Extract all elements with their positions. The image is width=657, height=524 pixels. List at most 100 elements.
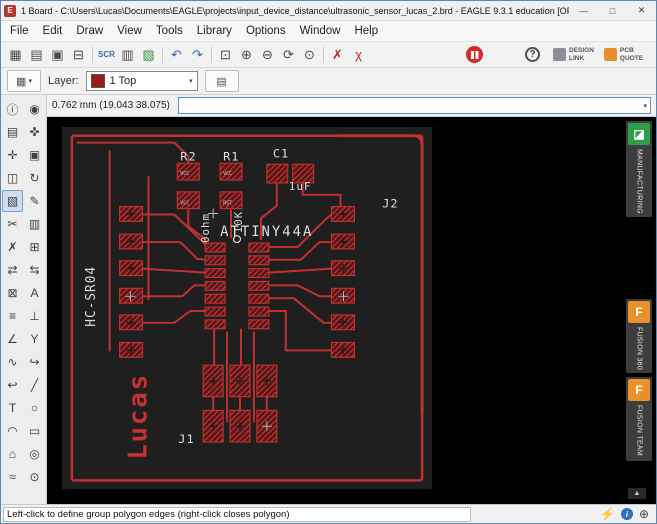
pcb-canvas[interactable]: R2 R1 C1 1uF 0ohm 10K J2 ATTINY44A HC-SR… bbox=[47, 117, 624, 504]
command-input[interactable] bbox=[178, 99, 644, 112]
help-icon[interactable]: ? bbox=[525, 47, 540, 62]
menu-tools[interactable]: Tools bbox=[149, 23, 190, 39]
crosshair-icon[interactable]: ⊕ bbox=[639, 507, 649, 521]
print-icon[interactable]: ⊟ bbox=[68, 44, 89, 65]
tool-smash[interactable]: ⊥ bbox=[24, 305, 45, 327]
tool-route[interactable]: ↪ bbox=[24, 351, 45, 373]
board-icon[interactable]: ▦ bbox=[5, 44, 26, 65]
stop-command-icon[interactable] bbox=[466, 46, 483, 63]
side-tab-fusion-360[interactable]: F FUSION 360 bbox=[626, 299, 652, 373]
status-icons: ⚡ i ⊕ bbox=[600, 507, 649, 521]
export-image-icon[interactable]: ▧ bbox=[138, 44, 159, 65]
tool-pinswap[interactable]: ⇄ bbox=[2, 259, 23, 281]
tool-rect[interactable]: ▭ bbox=[24, 420, 45, 442]
zoom-redraw-icon[interactable]: ⟳ bbox=[278, 44, 299, 65]
tool-mirror[interactable]: ◫ bbox=[2, 167, 23, 189]
menu-help[interactable]: Help bbox=[347, 23, 385, 39]
maximize-button[interactable]: □ bbox=[598, 1, 627, 20]
pcb-pad bbox=[204, 255, 226, 266]
tool-text[interactable]: T bbox=[2, 397, 23, 419]
run-script-icon[interactable]: χ bbox=[348, 44, 369, 65]
grid-menu-button[interactable]: ▦ ▾ bbox=[7, 70, 41, 92]
tool-split[interactable]: Y bbox=[24, 328, 45, 350]
close-button[interactable]: ✕ bbox=[627, 1, 656, 20]
tool-via[interactable]: ◎ bbox=[24, 443, 45, 465]
tool-replace[interactable]: ⇆ bbox=[24, 259, 45, 281]
tool-mark[interactable]: ✜ bbox=[24, 121, 45, 143]
menu-view[interactable]: View bbox=[110, 23, 149, 39]
zoom-fit-icon[interactable]: ⊡ bbox=[215, 44, 236, 65]
menu-edit[interactable]: Edit bbox=[36, 23, 70, 39]
side-tab-label: FUSION 360 bbox=[635, 327, 643, 371]
tool-lock[interactable]: ⊠ bbox=[2, 282, 23, 304]
tool-value[interactable]: ≡ bbox=[2, 305, 23, 327]
layerbar: ▦ ▾ Layer: 1 Top ▾ ▤ bbox=[1, 68, 656, 95]
tool-name[interactable]: A bbox=[24, 282, 45, 304]
tool-info[interactable]: ⓘ bbox=[2, 98, 23, 120]
status-message: Left-click to define group polygon edges… bbox=[3, 506, 471, 522]
pad-label-vcc: VCC bbox=[180, 171, 189, 177]
tool-group[interactable]: ▧ bbox=[2, 190, 23, 212]
zoom-in-icon[interactable]: ⊕ bbox=[236, 44, 257, 65]
menu-draw[interactable]: Draw bbox=[69, 23, 110, 39]
tool-hole[interactable]: ⊙ bbox=[24, 466, 45, 488]
layer-settings-button[interactable]: ▤ bbox=[204, 70, 239, 92]
tool-signal[interactable]: ≈ bbox=[2, 466, 23, 488]
run-ulp-icon[interactable]: ▥ bbox=[117, 44, 138, 65]
tool-copy[interactable]: ▣ bbox=[24, 144, 45, 166]
tool-ripup[interactable]: ↩ bbox=[2, 374, 23, 396]
tool-miter[interactable]: ∠ bbox=[2, 328, 23, 350]
tabs-scroll-up-button[interactable]: ▲ bbox=[628, 488, 646, 499]
tool-circle[interactable]: ○ bbox=[24, 397, 45, 419]
tool-cut[interactable]: ✂ bbox=[2, 213, 23, 235]
zoom-out-icon[interactable]: ⊖ bbox=[257, 44, 278, 65]
menu-file[interactable]: File bbox=[3, 23, 36, 39]
fusion-team-icon: F bbox=[628, 379, 650, 401]
menu-window[interactable]: Window bbox=[293, 23, 348, 39]
tool-polygon[interactable]: ⌂ bbox=[2, 443, 23, 465]
side-tab-manufacturing[interactable]: ◪ MANUFACTURING bbox=[626, 121, 652, 217]
menu-options[interactable]: Options bbox=[239, 23, 293, 39]
tool-display[interactable]: ▤ bbox=[2, 121, 23, 143]
chevron-down-icon: ▾ bbox=[28, 78, 32, 85]
board-label-hcsr04: HC-SR04 bbox=[84, 266, 99, 327]
window-title: 1 Board - C:\Users\Lucas\Documents\EAGLE… bbox=[21, 5, 569, 16]
tool-move[interactable]: ✛ bbox=[2, 144, 23, 166]
command-line[interactable]: ▾ bbox=[177, 97, 651, 114]
side-panel-tabs: ▲ ◪ MANUFACTURING F FUSION 360 F FUSION TEAM bbox=[624, 117, 656, 504]
tool-change[interactable]: ✎ bbox=[24, 190, 45, 212]
design-link-button[interactable]: DESIGN LINK bbox=[548, 47, 599, 62]
layer-select[interactable]: 1 Top ▾ bbox=[85, 71, 198, 91]
tool-wire[interactable]: ╱ bbox=[24, 374, 45, 396]
tool-paste[interactable]: ▥ bbox=[24, 213, 45, 235]
tool-optimize[interactable]: ∿ bbox=[2, 351, 23, 373]
cursor-coordinates: 0.762 mm (19.043 38.075) bbox=[52, 100, 170, 111]
toolbar-separator bbox=[92, 46, 93, 63]
menubar: File Edit Draw View Tools Library Options Windo… bbox=[1, 21, 656, 42]
redo-icon[interactable]: ↷ bbox=[187, 44, 208, 65]
delete-mode-icon[interactable]: ✗ bbox=[327, 44, 348, 65]
tool-show[interactable]: ◉ bbox=[24, 98, 45, 120]
tool-add[interactable]: ⊞ bbox=[24, 236, 45, 258]
info-icon[interactable]: i bbox=[620, 508, 633, 520]
minimize-button[interactable]: — bbox=[569, 1, 598, 20]
pad-label-rst: RST bbox=[223, 201, 232, 207]
side-tab-fusion-team[interactable]: F FUSION TEAM bbox=[626, 377, 652, 461]
pcb-quote-button[interactable]: PCB QUOTE bbox=[599, 47, 648, 62]
tool-rotate[interactable]: ↻ bbox=[24, 167, 45, 189]
tool-arc[interactable]: ◠ bbox=[2, 420, 23, 442]
pcb-pad bbox=[204, 268, 226, 279]
zoom-select-icon[interactable]: ⊙ bbox=[299, 44, 320, 65]
tool-delete[interactable]: ✗ bbox=[2, 236, 23, 258]
pcb-pad bbox=[204, 293, 226, 304]
app-icon: E bbox=[4, 4, 16, 17]
open-icon[interactable]: ▤ bbox=[26, 44, 47, 65]
selected-layer: 1 Top bbox=[109, 75, 137, 87]
board-label-lucas: Lucas bbox=[123, 373, 153, 460]
menu-library[interactable]: Library bbox=[190, 23, 239, 39]
save-icon[interactable]: ▣ bbox=[47, 44, 68, 65]
scr-script-icon[interactable]: SCR bbox=[96, 44, 117, 65]
lightning-icon[interactable]: ⚡ bbox=[600, 507, 615, 521]
layers-icon: ▤ bbox=[216, 75, 227, 88]
undo-icon[interactable]: ↶ bbox=[166, 44, 187, 65]
